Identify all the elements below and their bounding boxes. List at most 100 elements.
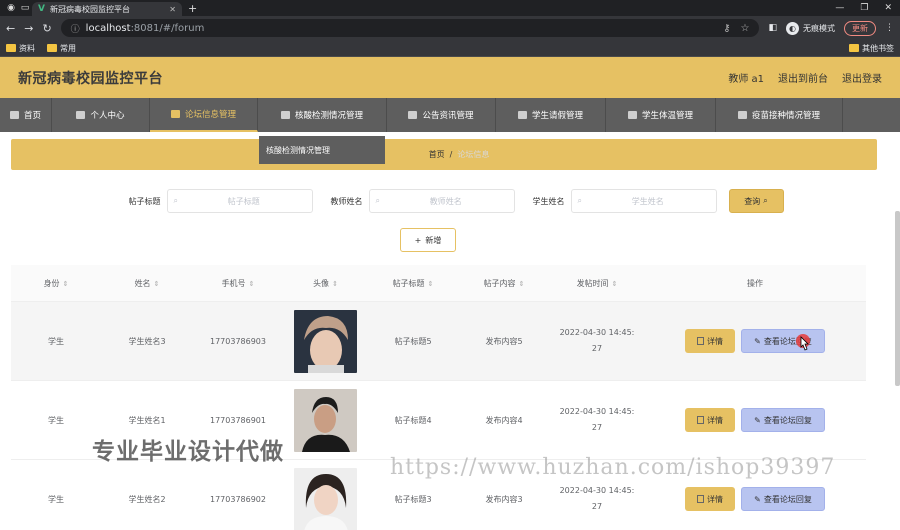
minimize-icon[interactable]: —: [835, 3, 844, 13]
time-part: 27: [591, 502, 603, 511]
sort-icon[interactable]: ⇕: [332, 280, 338, 288]
col-phone[interactable]: 手机号 ⇕: [193, 278, 283, 289]
test-icon: [280, 111, 290, 119]
app-header: 新冠病毒校园监控平台 教师 a1 退出到前台 退出登录: [0, 57, 900, 98]
teacher-name-label: 教师姓名: [330, 196, 363, 206]
browser-tab[interactable]: V 新冠病毒校园监控平台 ✕: [32, 2, 182, 16]
bookmark-label: 资料: [19, 43, 35, 53]
page-scrollbar[interactable]: [895, 211, 900, 386]
col-post-time[interactable]: 发帖时间 ⇕: [550, 278, 644, 289]
menu-item-nucleic-test[interactable]: 核酸检测情况管理: [258, 98, 387, 132]
teacher-name-input[interactable]: ⌕ 教师姓名: [368, 189, 515, 213]
cell-post-title: 帖子标题5: [394, 336, 432, 346]
cell-role: 学生: [48, 415, 64, 425]
cell-phone: 17703786901: [210, 415, 266, 425]
view-replies-button[interactable]: ✎ 查看论坛回复: [741, 408, 825, 432]
header-label: 帖子内容: [483, 278, 516, 288]
placeholder: 帖子标题: [227, 196, 260, 206]
menu-label: 论坛信息管理: [184, 110, 236, 120]
logout-link[interactable]: 退出登录: [842, 70, 882, 85]
breadcrumb-separator: /: [449, 150, 453, 159]
col-avatar[interactable]: 头像 ⇕: [283, 278, 368, 289]
cell-post-content: 发布内容5: [485, 336, 523, 346]
site-info-icon[interactable]: ⓘ: [71, 22, 80, 35]
cell-avatar: [283, 467, 368, 530]
menu-item-temperature[interactable]: 学生体温管理: [606, 98, 716, 132]
header-label: 发帖时间: [576, 278, 609, 288]
close-tab-icon[interactable]: ✕: [169, 5, 176, 14]
forward-icon[interactable]: →: [24, 22, 33, 35]
tab-overview-icon[interactable]: ▭: [18, 2, 32, 14]
time-part: 27: [591, 423, 603, 432]
home-icon: [9, 111, 19, 119]
breadcrumb: 首页 / 论坛信息: [11, 139, 877, 170]
student-name-input[interactable]: ⌕ 学生姓名: [570, 189, 717, 213]
col-name[interactable]: 姓名 ⇕: [101, 278, 193, 289]
other-bookmarks[interactable]: 其他书签: [849, 43, 894, 54]
avatar: [294, 388, 357, 452]
menu-item-forum[interactable]: 论坛信息管理: [150, 98, 258, 132]
restore-icon[interactable]: ❐: [860, 3, 868, 13]
reload-icon[interactable]: ↻: [42, 22, 51, 35]
menu-item-leave[interactable]: 学生请假管理: [496, 98, 606, 132]
col-post-title[interactable]: 帖子标题 ⇕: [368, 278, 458, 289]
key-icon[interactable]: ⚷: [723, 23, 730, 34]
browser-menu-icon[interactable]: ◉: [4, 2, 18, 14]
col-role[interactable]: 身份 ⇕: [11, 278, 101, 289]
bookmark-star-icon[interactable]: ☆: [741, 23, 750, 34]
incognito-indicator[interactable]: ◐ 无痕模式: [786, 21, 835, 35]
bookmark-label: 常用: [60, 43, 76, 53]
sort-icon[interactable]: ⇕: [612, 280, 618, 288]
search-form: 帖子标题 ⌕ 帖子标题 教师姓名 ⌕ 教师姓名 学生姓名 ⌕ 学生姓名 查询 ⌕: [0, 189, 900, 213]
search-icon: ⌕: [173, 196, 178, 205]
sort-icon[interactable]: ⇕: [249, 280, 255, 288]
bookmark-folder[interactable]: 资料: [6, 43, 35, 54]
add-button[interactable]: + 新增: [400, 228, 456, 252]
incognito-label: 无痕模式: [803, 23, 835, 33]
query-button[interactable]: 查询 ⌕: [728, 189, 784, 213]
sort-icon[interactable]: ⇕: [428, 280, 434, 288]
side-panel-icon[interactable]: ◧: [768, 23, 777, 33]
post-title-input[interactable]: ⌕ 帖子标题: [166, 189, 313, 213]
document-icon: [697, 495, 704, 503]
menu-item-home[interactable]: 首页: [0, 98, 52, 132]
menu-item-profile[interactable]: 个人中心: [52, 98, 150, 132]
window-controls: — ❐ ✕: [835, 3, 900, 13]
back-to-front-link[interactable]: 退出到前台: [778, 70, 828, 85]
update-button[interactable]: 更新: [844, 20, 876, 36]
new-tab-icon[interactable]: +: [188, 2, 197, 15]
bookmark-folder[interactable]: 常用: [47, 43, 76, 54]
view-replies-button[interactable]: ✎ 查看论坛回复: [741, 487, 825, 511]
back-icon[interactable]: ←: [6, 22, 15, 35]
url-host: localhost: [85, 22, 131, 34]
view-replies-button[interactable]: ✎ 查看论坛回复: [741, 329, 825, 353]
sort-icon[interactable]: ⇕: [154, 280, 160, 288]
detail-label: 详情: [707, 494, 723, 504]
edit-icon: ✎: [754, 336, 761, 346]
breadcrumb-home[interactable]: 首页: [429, 149, 445, 160]
cell-post-content: 发布内容4: [485, 415, 523, 425]
close-window-icon[interactable]: ✕: [884, 3, 892, 13]
search-icon: ⌕: [577, 196, 582, 205]
tab-title: 新冠病毒校园监控平台: [49, 4, 130, 14]
more-menu-icon[interactable]: ⋮: [885, 23, 894, 33]
table-header: 身份 ⇕ 姓名 ⇕ 手机号 ⇕ 头像 ⇕ 帖子标题 ⇕ 帖子内容 ⇕ 发帖时间 ⇕ 操作: [11, 265, 866, 302]
search-icon: ⌕: [763, 196, 768, 205]
sort-icon[interactable]: ⇕: [63, 280, 69, 288]
detail-button[interactable]: 详情: [685, 408, 735, 432]
detail-button[interactable]: 详情: [685, 487, 735, 511]
detail-button[interactable]: 详情: [685, 329, 735, 353]
sort-icon[interactable]: ⇕: [519, 280, 525, 288]
menu-item-vaccine[interactable]: 疫苗接种情况管理: [716, 98, 843, 132]
col-post-content[interactable]: 帖子内容 ⇕: [458, 278, 550, 289]
menu-item-notice[interactable]: 公告资讯管理: [387, 98, 496, 132]
submenu-dropdown-item[interactable]: 核酸检测情况管理: [259, 136, 385, 164]
time-part: 2022-04-30 14:45:: [559, 328, 635, 337]
url-bar[interactable]: ⓘ localhost:8081/#/forum ⚷ ☆: [60, 19, 760, 37]
menu-label: 学生请假管理: [531, 111, 583, 121]
student-name-label: 学生姓名: [532, 196, 565, 206]
mouse-cursor-icon: [800, 336, 809, 351]
menu-label: 核酸检测情况管理: [294, 111, 363, 121]
user-icon: [76, 111, 86, 119]
cell-actions: 详情 ✎ 查看论坛回复: [644, 487, 866, 511]
